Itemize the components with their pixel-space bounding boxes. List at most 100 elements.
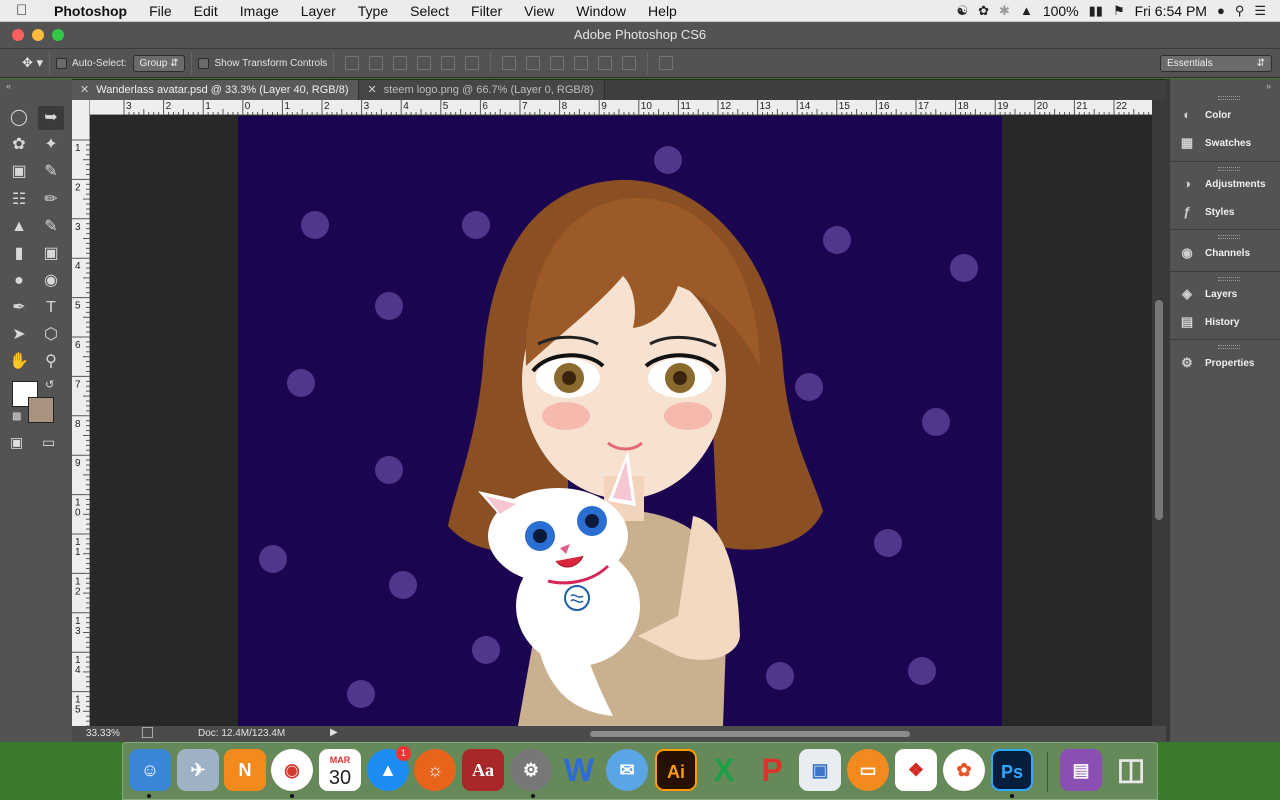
dodge-tool-icon[interactable]: ◉ xyxy=(38,269,64,293)
swap-colors-icon[interactable]: ↺ xyxy=(45,378,54,391)
apple-icon[interactable]:  xyxy=(16,2,38,19)
distribute-right-icon[interactable] xyxy=(622,56,637,70)
ibooks-icon[interactable]: ▭ xyxy=(847,749,889,791)
close-tab-icon[interactable]: ✕ xyxy=(80,84,89,96)
auto-align-layers-icon[interactable] xyxy=(659,56,674,70)
magic-wand-tool-icon[interactable]: ✦ xyxy=(38,133,64,157)
align-top-icon[interactable] xyxy=(345,56,360,70)
zoom-level[interactable]: 33.33% xyxy=(86,728,120,739)
move-tool-preset-icon[interactable]: ✥ ▾ xyxy=(22,55,43,71)
hand-tool-icon[interactable]: ✋ xyxy=(6,350,32,374)
horizontal-ruler[interactable]: 3 2 1 0 1 2 3 4 5 6 7 8 9 10 11 12 13 14 15 16 17 18 19 20 21 22 xyxy=(90,100,1152,115)
panel-grip[interactable] xyxy=(1218,96,1240,100)
align-left-icon[interactable] xyxy=(417,56,432,70)
vertical-scrollbar[interactable] xyxy=(1152,100,1166,726)
type-tool-icon[interactable]: T xyxy=(38,296,64,320)
battery-icon[interactable]: ▮▮ xyxy=(1089,3,1103,19)
panel-styles[interactable]: ƒ Styles xyxy=(1178,201,1278,223)
notification-center-icon[interactable]: ☰ xyxy=(1254,3,1266,19)
panel-adjustments[interactable]: ◑ Adjustments xyxy=(1178,173,1278,195)
tab-steem-logo[interactable]: ✕ steem logo.png @ 66.7% (Layer 0, RGB/8) xyxy=(359,80,605,100)
creative-cloud-icon[interactable]: ☯ xyxy=(956,3,968,19)
paw-icon[interactable]: ✿ xyxy=(978,3,989,19)
downloads-stack-icon[interactable]: ▤ xyxy=(1060,749,1102,791)
menu-image[interactable]: Image xyxy=(229,3,290,19)
word-icon[interactable]: W xyxy=(558,749,600,791)
panel-grip[interactable] xyxy=(1218,345,1240,349)
dictionary-icon[interactable]: Aa xyxy=(462,749,504,791)
move-tool-icon[interactable]: ➥ xyxy=(38,106,64,130)
close-window-button[interactable] xyxy=(12,29,24,41)
align-bottom-icon[interactable] xyxy=(393,56,408,70)
collapse-tools-icon[interactable]: « xyxy=(6,81,11,91)
panel-properties[interactable]: ⚙ Properties xyxy=(1178,352,1278,374)
photoshop-icon[interactable]: Ps xyxy=(991,749,1033,791)
bluetooth-icon[interactable]: ✱ xyxy=(999,3,1010,19)
preview-icon[interactable]: ✈ xyxy=(177,749,219,791)
zoom-window-button[interactable] xyxy=(52,29,64,41)
collapse-panels-icon[interactable]: » xyxy=(1266,81,1271,91)
eyedropper-tool-icon[interactable]: ✎ xyxy=(38,160,64,184)
auto-select-checkbox[interactable] xyxy=(56,57,68,69)
vertical-ruler[interactable]: 123456789101112131415 xyxy=(72,100,90,726)
clone-stamp-tool-icon[interactable]: ▲ xyxy=(6,215,32,239)
chrome-icon[interactable]: ◉ xyxy=(271,749,313,791)
panel-color[interactable]: ◐ Color xyxy=(1178,104,1278,126)
netnewswire-icon[interactable]: N xyxy=(224,749,266,791)
pen-tool-icon[interactable]: ✒ xyxy=(6,296,32,320)
trash-icon[interactable]: ◫ xyxy=(1110,749,1152,791)
finder-icon[interactable]: ☺ xyxy=(129,749,171,791)
distribute-top-icon[interactable] xyxy=(502,56,517,70)
distribute-vertical-center-icon[interactable] xyxy=(526,56,541,70)
illustrator-icon[interactable]: Ai xyxy=(655,749,697,791)
align-vertical-center-icon[interactable] xyxy=(369,56,384,70)
spotlight-search-icon[interactable]: ⚲ xyxy=(1235,3,1245,19)
gradient-tool-icon[interactable]: ▣ xyxy=(38,242,64,266)
menu-layer[interactable]: Layer xyxy=(290,3,347,19)
eraser-tool-icon[interactable]: ▮ xyxy=(6,242,32,266)
align-right-icon[interactable] xyxy=(465,56,480,70)
align-horizontal-center-icon[interactable] xyxy=(441,56,456,70)
document-canvas[interactable] xyxy=(238,116,1002,726)
default-colors-icon[interactable]: ▩ xyxy=(12,411,21,422)
distribute-horizontal-center-icon[interactable] xyxy=(598,56,613,70)
minimize-window-button[interactable] xyxy=(32,29,44,41)
menu-view[interactable]: View xyxy=(513,3,565,19)
menu-select[interactable]: Select xyxy=(399,3,460,19)
menu-type[interactable]: Type xyxy=(347,3,399,19)
menu-edit[interactable]: Edit xyxy=(183,3,229,19)
acrobat-icon[interactable]: ❖ xyxy=(895,749,937,791)
panel-grip[interactable] xyxy=(1218,235,1240,239)
close-tab-icon[interactable]: ✕ xyxy=(367,84,376,96)
menu-app-name[interactable]: Photoshop xyxy=(38,3,138,19)
blur-tool-icon[interactable]: ● xyxy=(6,269,32,293)
lasso-tool-icon[interactable]: ✿ xyxy=(6,133,32,157)
firefox-icon[interactable]: ☼ xyxy=(414,749,456,791)
horizontal-scroll-thumb[interactable] xyxy=(590,731,910,737)
panel-history[interactable]: ▤ History xyxy=(1178,311,1278,333)
shape-tool-icon[interactable]: ⬡ xyxy=(38,323,64,347)
distribute-bottom-icon[interactable] xyxy=(550,56,565,70)
panel-grip[interactable] xyxy=(1218,167,1240,171)
panel-layers[interactable]: ◈ Layers xyxy=(1178,283,1278,305)
menu-window[interactable]: Window xyxy=(565,3,637,19)
screen-mode-icon[interactable]: ▭ xyxy=(42,434,55,451)
wifi-icon[interactable]: ▲ xyxy=(1020,3,1033,18)
menu-file[interactable]: File xyxy=(138,3,183,19)
show-transform-controls-checkbox[interactable] xyxy=(198,57,210,69)
path-selection-tool-icon[interactable]: ➤ xyxy=(6,323,32,347)
vertical-scroll-thumb[interactable] xyxy=(1155,300,1163,520)
history-brush-tool-icon[interactable]: ✎ xyxy=(38,215,64,239)
quick-mask-icon[interactable]: ▣ xyxy=(10,434,23,451)
zoom-tool-icon[interactable]: ⚲ xyxy=(38,350,64,374)
menu-filter[interactable]: Filter xyxy=(460,3,513,19)
screenshot-app-icon[interactable]: ▣ xyxy=(799,749,841,791)
panel-swatches[interactable]: ▦ Swatches xyxy=(1178,132,1278,154)
tab-wanderlass-avatar[interactable]: ✕ Wanderlass avatar.psd @ 33.3% (Layer 40… xyxy=(72,80,360,100)
mail-icon[interactable]: ✉ xyxy=(606,749,648,791)
marquee-tool-icon[interactable]: ◯ xyxy=(6,106,32,130)
background-color-swatch[interactable] xyxy=(28,397,54,423)
distribute-left-icon[interactable] xyxy=(574,56,589,70)
panel-grip[interactable] xyxy=(1218,277,1240,281)
photos-icon[interactable]: ✿ xyxy=(943,749,985,791)
